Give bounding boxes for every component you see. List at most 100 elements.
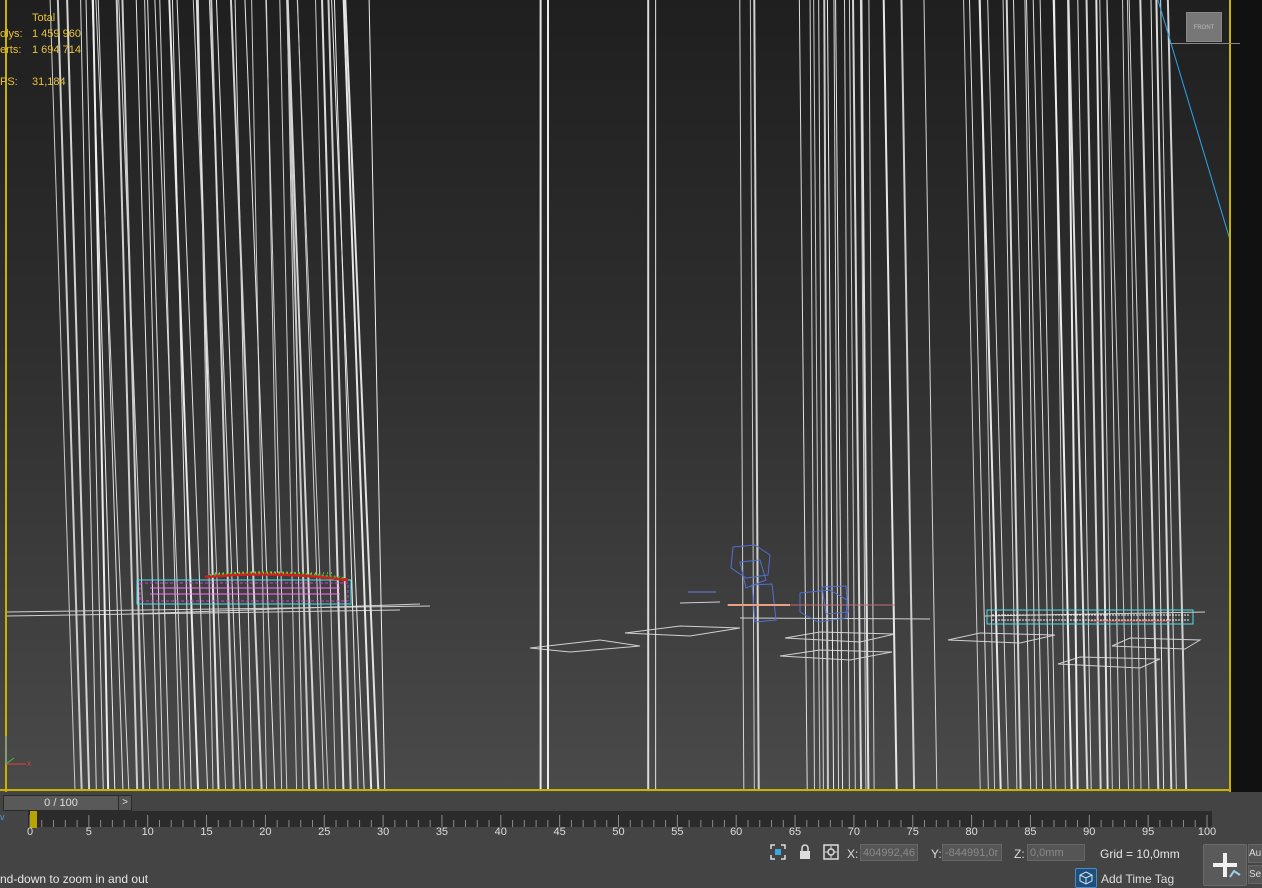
wire-column xyxy=(809,0,815,790)
wire-column xyxy=(251,0,268,790)
ground-plane-wire xyxy=(529,639,641,653)
wire-column xyxy=(923,0,938,790)
y-label: Y: xyxy=(931,847,942,861)
timeline-ticks xyxy=(29,815,1208,827)
prompt-line: nd-down to zoom in and out xyxy=(0,872,149,886)
polys-value: 1 459 960 xyxy=(32,28,81,40)
ground-plane-wire xyxy=(739,617,931,620)
timeline-tick-label: 30 xyxy=(376,826,390,838)
timeline-tick-label: 55 xyxy=(671,826,684,838)
wire-column xyxy=(344,0,380,790)
timeline-tick-label: 0 xyxy=(26,826,34,838)
viewcube-ring xyxy=(1170,43,1240,44)
timeline-tick-label: 65 xyxy=(788,826,802,838)
wire-column xyxy=(798,0,808,790)
timeline-tick-label: 5 xyxy=(85,826,92,838)
wire-column xyxy=(900,0,916,790)
wire-column xyxy=(286,0,311,790)
wire-column xyxy=(91,0,116,790)
timeline-tick-label: 10 xyxy=(141,826,154,838)
timeline: v 0 / 100 > 0 5 10 15 20 25 30 35 40 45 50 55 60 65 70… xyxy=(0,792,1262,840)
timeline-tick-label: 80 xyxy=(965,826,978,838)
timeline-tick-label: 60 xyxy=(730,826,743,838)
wire-column xyxy=(147,0,171,790)
viewport-active-frame-left xyxy=(5,0,7,792)
viewport-edge-strip xyxy=(1231,0,1262,792)
x-coordinate-field[interactable]: 404992,46 xyxy=(860,844,918,861)
auto-key-button[interactable]: Au xyxy=(1248,844,1262,863)
next-frame-button[interactable]: > xyxy=(118,795,132,811)
z-label: Z: xyxy=(1014,847,1025,861)
stats-header: Total xyxy=(32,12,56,24)
timeline-tick-label: 70 xyxy=(847,826,861,838)
wire-column xyxy=(739,0,745,790)
timeline-tick-label: 75 xyxy=(906,826,919,838)
wire-column xyxy=(823,0,829,790)
zoom-extents-icon[interactable] xyxy=(770,844,786,860)
viewport-active-frame-bottom xyxy=(0,789,1231,791)
timeline-left-marker: v xyxy=(0,812,5,822)
ground-plane-wire xyxy=(679,601,721,604)
wire-column xyxy=(333,0,359,790)
wire-column xyxy=(1166,0,1188,790)
fps-label: PS: xyxy=(0,76,18,88)
timeline-tick-label: 45 xyxy=(553,826,566,838)
wire-column xyxy=(749,0,755,790)
camera-wire xyxy=(730,544,849,623)
wire-column xyxy=(753,0,760,790)
perspective-viewport[interactable]: Total olys: 1 459 960 erts: 1 694 714 PS: 3… xyxy=(0,0,1262,792)
ground-plane-wire xyxy=(1057,656,1161,669)
scene-wireframe xyxy=(6,0,1229,790)
timeline-track[interactable] xyxy=(28,811,1212,827)
add-key-icon[interactable] xyxy=(1203,844,1247,886)
time-slider[interactable]: 0 / 100 xyxy=(3,795,119,811)
viewcube-label: FRONT xyxy=(1193,25,1215,31)
lock-icon[interactable] xyxy=(797,844,813,860)
z-coordinate-field[interactable]: 0,0mm xyxy=(1027,844,1085,861)
wire-column xyxy=(882,0,898,790)
wire-column xyxy=(844,0,850,790)
polys-label: olys: xyxy=(0,28,23,40)
y-coordinate-field[interactable]: -844991,0r xyxy=(942,844,1002,861)
world-axis-gizmo-icon: x xyxy=(5,736,31,768)
timeline-tick-label: 85 xyxy=(1024,826,1037,838)
svg-text:x: x xyxy=(27,759,31,768)
wire-column xyxy=(368,0,386,790)
ground-plane-wire xyxy=(624,625,741,637)
ground-plane-wire xyxy=(779,649,893,661)
viewcube-icon[interactable]: FRONT xyxy=(1186,12,1222,42)
timeline-tick-label: 95 xyxy=(1142,826,1155,838)
x-label: X: xyxy=(847,847,859,861)
wire-column xyxy=(868,0,875,790)
add-time-tag-button[interactable]: Add Time Tag xyxy=(1101,872,1174,886)
timeline-tick-label: 90 xyxy=(1083,826,1096,838)
ground-plane-wire xyxy=(129,603,421,615)
wire-column xyxy=(1139,0,1160,790)
timeline-tick-label: 15 xyxy=(200,826,213,838)
verts-label: erts: xyxy=(0,44,22,56)
timeline-tick-label: 40 xyxy=(494,826,507,838)
wire-column xyxy=(286,0,304,790)
wire-column xyxy=(154,0,186,790)
timeline-tick-label: 100 xyxy=(1197,826,1217,838)
grid-size-label: Grid = 10,0mm xyxy=(1100,847,1180,861)
time-tag-icon[interactable] xyxy=(1075,868,1097,888)
wire-column xyxy=(121,0,145,790)
verts-value: 1 694 714 xyxy=(32,44,81,56)
set-key-button[interactable]: Se xyxy=(1248,865,1262,884)
timeline-tick-label: 20 xyxy=(259,826,272,838)
wire-column xyxy=(1012,0,1032,790)
timeline-tick-label: 35 xyxy=(435,826,449,838)
wire-column xyxy=(265,0,288,790)
wire-column xyxy=(279,0,298,790)
timeline-tick-label: 25 xyxy=(318,826,331,838)
timeline-tick-label: 50 xyxy=(612,826,625,838)
status-bar: nd-down to zoom in and out X: 404992,46 … xyxy=(0,840,1262,888)
left-building-wire xyxy=(136,571,352,605)
wire-column xyxy=(168,0,200,790)
fps-value: 31,184 xyxy=(32,76,66,88)
ground-plane-wire xyxy=(784,631,896,643)
absolute-mode-icon[interactable] xyxy=(823,844,839,860)
wire-column xyxy=(1150,0,1165,790)
wire-column xyxy=(1005,0,1022,790)
